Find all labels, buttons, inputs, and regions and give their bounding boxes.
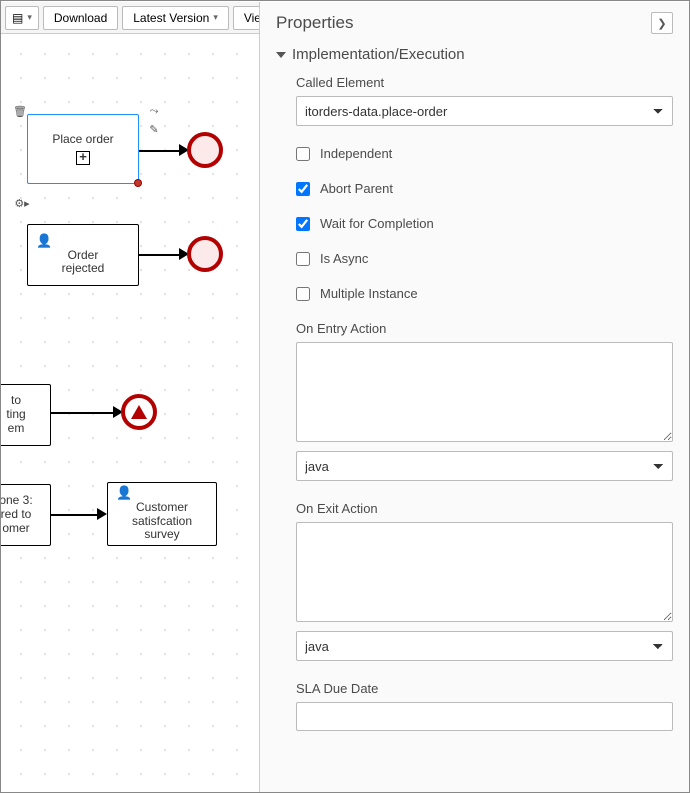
wait-label: Wait for Completion	[320, 216, 434, 231]
trash-icon[interactable]: 🗑	[13, 104, 27, 118]
resize-handle[interactable]	[134, 179, 142, 187]
end-signal-event[interactable]	[121, 394, 157, 430]
panel-collapse-button[interactable]: ❯	[651, 12, 673, 34]
on-entry-label: On Entry Action	[296, 321, 673, 336]
node-label: Order rejected	[62, 249, 105, 277]
end-event[interactable]	[187, 132, 223, 168]
user-icon: 👤	[36, 234, 52, 249]
on-entry-field: On Entry Action java	[296, 321, 673, 481]
table-icon: ▤	[12, 11, 23, 25]
independent-checkbox[interactable]	[296, 147, 310, 161]
node-label: Place order	[52, 133, 113, 147]
subprocess-icon: +	[76, 151, 90, 165]
connector-icon[interactable]: ⤳	[147, 104, 161, 118]
properties-panel: Properties ❯ Implementation/Execution Ca…	[259, 2, 689, 792]
on-entry-textarea[interactable]	[296, 342, 673, 442]
arrowhead-icon	[97, 508, 107, 520]
multiple-instance-checkbox-row[interactable]: Multiple Instance	[296, 286, 673, 301]
wait-checkbox[interactable]	[296, 217, 310, 231]
on-exit-label: On Exit Action	[296, 501, 673, 516]
node-label: Customer satisfcation survey	[132, 501, 192, 542]
edge	[139, 150, 181, 152]
abort-parent-checkbox[interactable]	[296, 182, 310, 196]
sla-label: SLA Due Date	[296, 681, 673, 696]
edge	[51, 514, 99, 516]
multiple-instance-checkbox[interactable]	[296, 287, 310, 301]
panel-title: Properties	[276, 13, 353, 33]
node-send-to-tracking[interactable]: to ting em	[1, 384, 51, 446]
diagram-canvas[interactable]: Place order + 🗑 ⤳ ✎ ⚙▸ 👤 Order rejected …	[1, 34, 259, 792]
node-place-order[interactable]: Place order +	[27, 114, 139, 184]
independent-checkbox-row[interactable]: Independent	[296, 146, 673, 161]
end-event[interactable]	[187, 236, 223, 272]
is-async-checkbox-row[interactable]: Is Async	[296, 251, 673, 266]
section-toggle[interactable]: Implementation/Execution	[276, 46, 673, 63]
called-element-select[interactable]: itorders-data.place-order	[296, 96, 673, 126]
on-entry-lang-select[interactable]: java	[296, 451, 673, 481]
chevron-down-icon: ▾	[213, 12, 218, 23]
wait-checkbox-row[interactable]: Wait for Completion	[296, 216, 673, 231]
on-exit-lang-select[interactable]: java	[296, 631, 673, 661]
chevron-down-icon: ▾	[27, 12, 32, 23]
latest-version-dropdown[interactable]: Latest Version ▾	[122, 6, 229, 30]
on-exit-textarea[interactable]	[296, 522, 673, 622]
abort-parent-label: Abort Parent	[320, 181, 393, 196]
edge	[139, 254, 181, 256]
latest-version-label: Latest Version	[133, 11, 209, 25]
edge	[51, 412, 115, 414]
node-customer-survey[interactable]: 👤 Customer satisfcation survey	[107, 482, 217, 546]
chevron-right-icon: ❯	[657, 17, 666, 30]
triangle-icon	[131, 405, 147, 419]
abort-parent-checkbox-row[interactable]: Abort Parent	[296, 181, 673, 196]
sla-input[interactable]	[296, 702, 673, 731]
download-button[interactable]: Download	[43, 6, 118, 30]
node-label: to ting em	[6, 394, 25, 435]
called-element-label: Called Element	[296, 75, 673, 90]
view-mode-dropdown[interactable]: ▤ ▾	[5, 6, 39, 30]
section-title-label: Implementation/Execution	[292, 46, 465, 63]
multiple-instance-label: Multiple Instance	[320, 286, 418, 301]
user-icon: 👤	[116, 486, 132, 501]
is-async-label: Is Async	[320, 251, 368, 266]
called-element-field: Called Element itorders-data.place-order	[296, 75, 673, 126]
on-exit-field: On Exit Action java	[296, 501, 673, 661]
edit-icon[interactable]: ✎	[147, 122, 161, 136]
is-async-checkbox[interactable]	[296, 252, 310, 266]
form-body: Called Element itorders-data.place-order…	[276, 75, 673, 731]
sla-field: SLA Due Date	[296, 681, 673, 731]
node-label: one 3: red to omer	[1, 494, 33, 535]
node-milestone-3[interactable]: one 3: red to omer	[1, 484, 51, 546]
independent-label: Independent	[320, 146, 392, 161]
gear-icon[interactable]: ⚙▸	[15, 196, 29, 210]
node-order-rejected[interactable]: 👤 Order rejected	[27, 224, 139, 286]
chevron-down-icon	[276, 52, 286, 58]
